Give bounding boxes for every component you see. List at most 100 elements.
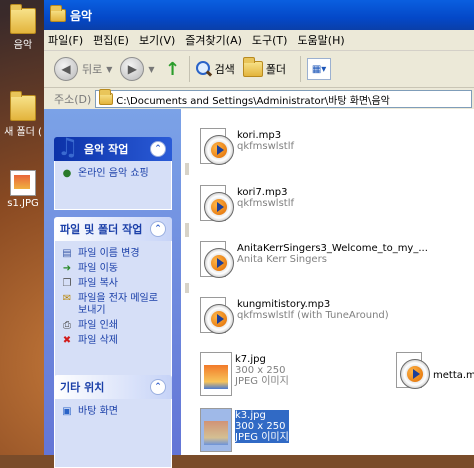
task-copy[interactable]: ❐ 파일 복사	[61, 278, 165, 290]
task-delete[interactable]: ✖ 파일 삭제	[61, 335, 165, 347]
panel-title: 음악 작업	[84, 143, 129, 156]
file-tasks-header[interactable]: 파일 및 폴더 작업 ⌃	[54, 217, 172, 241]
file-icon	[200, 297, 234, 339]
file-item[interactable]: kori7.mp3 qkfmswlstlf	[200, 185, 294, 227]
file-name: kungmitistory.mp3	[237, 299, 331, 310]
search-label: 검색	[214, 63, 235, 76]
task-rename[interactable]: ▤ 파일 이름 변경	[61, 248, 165, 260]
file-name: metta.mp3	[433, 370, 474, 381]
chevron-up-icon[interactable]: ⌃	[150, 379, 166, 395]
file-icon	[200, 128, 234, 170]
scrollbar-tick	[185, 223, 189, 237]
desktop-icon: ▣	[62, 406, 72, 417]
task-email[interactable]: ✉ 파일을 전자 메일로 보내기	[61, 293, 165, 317]
menu-help[interactable]: 도움말(H)	[293, 32, 348, 48]
file-tasks-panel: 파일 및 폴더 작업 ⌃ ▤ 파일 이름 변경 ➜ 파일 이동 ❐ 파일 복사 …	[54, 217, 172, 390]
folder-icon	[10, 4, 36, 34]
address-value: C:\Documents and Settings\Administrator\…	[116, 95, 390, 107]
toolbar-separator	[188, 56, 190, 82]
place-desktop[interactable]: ▣ 바탕 화면	[61, 406, 165, 418]
folders-button[interactable]: 폴더	[242, 57, 287, 77]
task-label: 파일 이동	[78, 263, 118, 274]
desktop-icon-new-folder[interactable]: 새 폴더 (	[0, 91, 46, 138]
desktop-icon-music-folder[interactable]: 음악	[0, 4, 46, 51]
menu-view[interactable]: 보기(V)	[135, 32, 179, 48]
chevron-up-icon[interactable]: ⌃	[150, 221, 166, 237]
task-label: 파일 이름 변경	[78, 248, 140, 259]
other-places-header[interactable]: 기타 위치 ⌃	[54, 375, 172, 399]
file-icon	[200, 241, 234, 283]
folder-icon	[99, 89, 114, 105]
desktop-icon-s1-jpg[interactable]: s1.JPG	[0, 170, 46, 209]
toolbar-separator	[300, 56, 302, 82]
task-label: 파일 삭제	[78, 335, 118, 346]
pane-scrollbar[interactable]	[184, 123, 190, 455]
back-arrow-icon: ◀	[54, 57, 78, 81]
desktop-icon-label: 새 폴더 (	[4, 127, 42, 138]
desktop-icon-label: 음악	[13, 40, 33, 51]
task-label: 파일 복사	[78, 278, 118, 289]
file-name: kori.mp3	[237, 130, 282, 141]
other-places-body: ▣ 바탕 화면	[54, 399, 172, 468]
views-icon[interactable]: ▦▾	[307, 58, 332, 80]
back-label: 뒤로	[82, 63, 103, 76]
folder-icon	[242, 57, 263, 77]
task-pane: ♫ 음악 작업 ⌃ ● 온라인 음악 쇼핑 파일 및 폴더 작업 ⌃ ▤ 파일 …	[44, 109, 181, 468]
menu-favorites[interactable]: 즐겨찾기(A)	[181, 32, 246, 48]
scrollbar-tick	[185, 283, 189, 293]
other-places-panel: 기타 위치 ⌃ ▣ 바탕 화면	[54, 375, 172, 468]
file-artist: qkfmswlstlf	[237, 198, 294, 209]
search-button[interactable]: 검색	[195, 61, 235, 77]
file-icon	[396, 352, 430, 394]
place-label: 바탕 화면	[78, 406, 118, 417]
file-item[interactable]: AnitaKerrSingers3_Welcome_to_my_... Anit…	[200, 241, 428, 283]
task-online-music-shop[interactable]: ● 온라인 음악 쇼핑	[61, 168, 165, 180]
file-artist: qkfmswlstlf (with TuneAround)	[237, 310, 389, 321]
address-input[interactable]: C:\Documents and Settings\Administrator\…	[95, 89, 472, 108]
delete-x-icon: ✖	[62, 335, 72, 346]
file-name: AnitaKerrSingers3_Welcome_to_my_...	[237, 243, 428, 254]
folders-label: 폴더	[265, 63, 287, 76]
email-icon: ✉	[62, 293, 72, 304]
file-item[interactable]: k7.jpg 300 x 250 JPEG 이미지	[200, 352, 289, 396]
task-label: 온라인 음악 쇼핑	[78, 168, 149, 179]
menu-bar: 파일(F) 편집(E) 보기(V) 즐겨찾기(A) 도구(T) 도움말(H)	[44, 30, 474, 51]
file-item[interactable]: kori.mp3 qkfmswlstlf	[200, 128, 294, 170]
file-item[interactable]: metta.mp3	[396, 352, 474, 394]
task-move[interactable]: ➜ 파일 이동	[61, 263, 165, 275]
image-thumbnail	[200, 352, 232, 396]
printer-icon: ⎙	[63, 320, 71, 331]
file-item[interactable]: kungmitistory.mp3 qkfmswlstlf (with Tune…	[200, 297, 389, 339]
file-item-selected[interactable]: k3.jpg 300 x 250 JPEG 이미지	[200, 408, 289, 452]
folder-icon	[10, 91, 36, 121]
window-title: 음악	[70, 8, 93, 23]
task-label: 파일을 전자 메일로 보내기	[78, 293, 158, 316]
folder-icon	[50, 4, 66, 22]
chevron-up-icon[interactable]: ⌃	[150, 141, 166, 157]
back-button[interactable]: ◀ 뒤로 ▼	[54, 57, 112, 81]
rename-icon: ▤	[62, 248, 72, 259]
forward-button[interactable]: ▶ ▼	[120, 57, 155, 81]
menu-edit[interactable]: 편집(E)	[89, 32, 133, 48]
file-artist: qkfmswlstlf	[237, 141, 294, 152]
copy-icon: ❐	[62, 278, 72, 289]
forward-arrow-icon: ▶	[120, 57, 145, 81]
menu-file[interactable]: 파일(F)	[44, 32, 87, 48]
desktop-icon-label: s1.JPG	[7, 198, 39, 209]
file-name: kori7.mp3	[237, 187, 288, 198]
file-dimensions: 300 x 250	[235, 421, 289, 432]
music-note-icon: ♫	[57, 133, 79, 161]
file-icon	[200, 185, 234, 227]
title-bar[interactable]: 음악	[44, 0, 474, 30]
move-icon: ➜	[62, 263, 72, 274]
image-file-icon	[10, 170, 36, 196]
search-icon	[195, 61, 212, 77]
task-label: 파일 인쇄	[78, 320, 118, 331]
image-thumbnail	[200, 408, 232, 452]
panel-title: 파일 및 폴더 작업	[60, 223, 143, 236]
up-folder-icon[interactable]: ↑	[163, 58, 183, 80]
menu-tools[interactable]: 도구(T)	[248, 32, 292, 48]
music-tasks-body: ● 온라인 음악 쇼핑	[54, 161, 172, 210]
toolbar: ◀ 뒤로 ▼ ▶ ▼ ↑ 검색 폴더 ▦▾	[44, 51, 474, 88]
task-print[interactable]: ⎙ 파일 인쇄	[61, 320, 165, 332]
